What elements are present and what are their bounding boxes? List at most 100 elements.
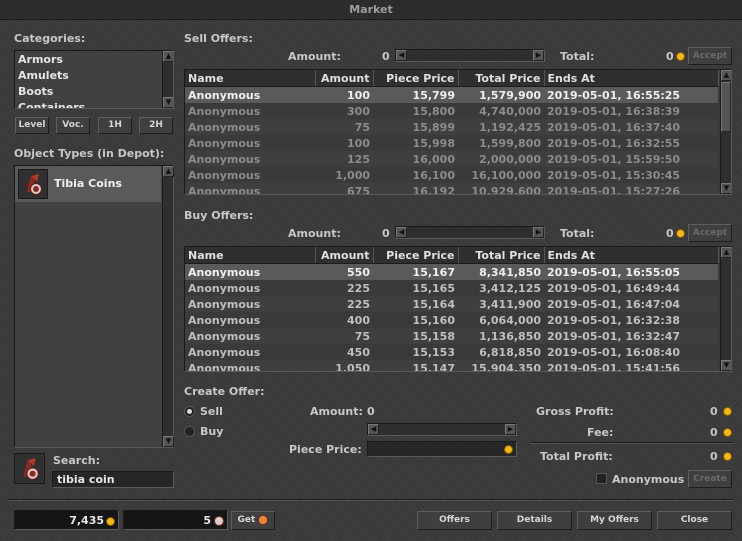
col-total-price[interactable]: Total Price: [458, 70, 545, 87]
vocation-filter-button[interactable]: Voc.: [56, 117, 90, 134]
cell-name: Anonymous: [188, 345, 261, 359]
scroll-up-icon[interactable]: ▲: [163, 166, 174, 177]
col-ends-at[interactable]: Ends At: [544, 247, 719, 264]
buy-radio-label: Buy: [200, 425, 224, 438]
create-offer-button[interactable]: Create: [688, 470, 732, 488]
sell-accept-button[interactable]: Accept: [688, 47, 732, 65]
cell-total-price: 1,599,800: [479, 136, 541, 150]
table-row[interactable]: Anonymous 75 15,158 1,136,850 2019-05-01, 16…: [185, 328, 718, 344]
one-hand-filter-button[interactable]: 1H: [98, 117, 132, 134]
scroll-up-icon[interactable]: ▲: [721, 70, 731, 81]
table-row[interactable]: Anonymous 450 15,153 6,818,850 2019-05-01, 1…: [185, 344, 718, 360]
anonymous-checkbox[interactable]: [596, 473, 607, 484]
category-item-containers[interactable]: Containers: [15, 100, 165, 108]
col-name[interactable]: Name: [185, 70, 316, 87]
table-row[interactable]: Anonymous 400 15,160 6,064,000 2019-05-01, 1…: [185, 312, 718, 328]
buy-accept-button[interactable]: Accept: [688, 224, 732, 242]
gross-profit-value: 0: [710, 405, 718, 418]
search-input[interactable]: tibia coin: [52, 471, 174, 488]
piece-price-label: Piece Price:: [289, 443, 362, 456]
slider-right-icon[interactable]: ▶: [533, 227, 544, 238]
buy-radio[interactable]: [184, 426, 195, 437]
cell-piece-price: 15,153: [412, 345, 455, 359]
slider-left-icon[interactable]: ◀: [368, 424, 379, 435]
create-amount-slider[interactable]: ◀ ▶: [367, 423, 517, 436]
cell-ends-at: 2019-05-01, 16:32:47: [544, 328, 718, 344]
col-amount[interactable]: Amount: [315, 70, 374, 87]
piece-price-input[interactable]: [367, 441, 517, 457]
cell-name: Anonymous: [185, 151, 315, 167]
gold-balance-display: 7,435: [14, 510, 119, 530]
object-types-scrollbar[interactable]: ▲ ▼: [162, 166, 174, 447]
scroll-down-icon[interactable]: ▼: [721, 183, 731, 194]
cell-piece-price: 15,799: [373, 86, 458, 103]
categories-scrollbar[interactable]: ▲ ▼: [162, 51, 173, 108]
object-types-label: Object Types (in Depot):: [14, 147, 165, 160]
sell-radio[interactable]: [184, 406, 195, 417]
col-name[interactable]: Name: [185, 247, 316, 264]
coin-balance-value: 5: [203, 514, 211, 527]
table-row[interactable]: Anonymous 550 15,167 8,341,850 2019-05-01, 1…: [185, 263, 718, 280]
scroll-down-icon[interactable]: ▼: [721, 360, 731, 371]
cell-amount: 75: [315, 328, 373, 344]
table-row[interactable]: Anonymous 225 15,164 3,411,900 2019-05-01, 1…: [185, 296, 718, 312]
table-row[interactable]: Anonymous 1,000 16,100 16,100,000 2019-05-01…: [185, 167, 718, 183]
total-profit-value: 0: [710, 450, 718, 463]
my-offers-button[interactable]: My Offers: [577, 511, 652, 530]
buy-amount-slider[interactable]: ◀ ▶: [395, 226, 545, 239]
category-item-armors[interactable]: Armors: [15, 52, 165, 68]
category-item-amulets[interactable]: Amulets: [15, 68, 165, 84]
gold-balance-value: 7,435: [69, 514, 104, 527]
sell-offers-scrollbar[interactable]: ▲ ▼: [720, 70, 731, 194]
cell-amount: 1,050: [315, 360, 373, 371]
two-hand-filter-button[interactable]: 2H: [139, 117, 173, 134]
cell-piece-price: 16,100: [412, 168, 455, 182]
sell-amount-slider[interactable]: ◀ ▶: [395, 49, 545, 62]
cell-piece-price: 15,164: [373, 296, 458, 312]
slider-left-icon[interactable]: ◀: [396, 227, 407, 238]
close-button[interactable]: Close: [657, 511, 732, 530]
cell-total-price: 1,136,850: [458, 328, 544, 344]
get-coins-button[interactable]: Get: [231, 511, 275, 530]
table-row[interactable]: Anonymous 125 16,000 2,000,000 2019-05-01, 1…: [185, 151, 718, 167]
col-amount[interactable]: Amount: [315, 247, 374, 264]
object-type-label: Tibia Coins: [54, 177, 122, 190]
cell-ends-at: 2019-05-01, 15:27:26: [544, 183, 718, 194]
scroll-down-icon[interactable]: ▼: [163, 97, 173, 108]
cell-name: Anonymous: [188, 104, 261, 118]
scroll-up-icon[interactable]: ▲: [163, 51, 173, 62]
table-row[interactable]: Anonymous 1,050 15,147 15,904,350 2019-05-01…: [185, 360, 718, 371]
table-row[interactable]: Anonymous 100 15,998 1,599,800 2019-05-01, 1…: [185, 135, 718, 151]
table-row[interactable]: Anonymous 300 15,800 4,740,000 2019-05-01, 1…: [185, 103, 718, 119]
scroll-up-icon[interactable]: ▲: [721, 247, 731, 258]
cell-piece-price: 16,000: [373, 151, 458, 167]
col-ends-at[interactable]: Ends At: [544, 70, 719, 87]
table-row[interactable]: Anonymous 100 15,799 1,579,900 2019-05-01, 1…: [185, 86, 718, 103]
slider-left-icon[interactable]: ◀: [396, 50, 407, 61]
offers-button[interactable]: Offers: [417, 511, 492, 530]
object-type-item-tibia-coins[interactable]: Tibia Coins: [15, 166, 161, 202]
category-item-boots[interactable]: Boots: [15, 84, 165, 100]
col-piece-price[interactable]: Piece Price: [373, 70, 459, 87]
buy-offers-scrollbar[interactable]: ▲ ▼: [720, 247, 731, 371]
slider-right-icon[interactable]: ▶: [505, 424, 516, 435]
gold-coin-icon: [504, 445, 513, 454]
total-profit-label: Total Profit:: [540, 450, 613, 463]
col-total-price[interactable]: Total Price: [458, 247, 545, 264]
details-button[interactable]: Details: [497, 511, 572, 530]
cell-amount: 100: [347, 136, 370, 150]
scroll-thumb[interactable]: [721, 82, 731, 132]
table-row[interactable]: Anonymous 675 16,192 10,929,600 2019-05-01, …: [185, 183, 718, 194]
col-piece-price[interactable]: Piece Price: [373, 247, 459, 264]
cell-name: Anonymous: [188, 136, 261, 150]
level-filter-button[interactable]: Level: [15, 117, 49, 134]
slider-right-icon[interactable]: ▶: [533, 50, 544, 61]
fee-label: Fee:: [587, 426, 614, 439]
sell-amount-label: Amount:: [288, 50, 341, 63]
cell-amount: 550: [315, 263, 373, 280]
create-amount-label: Amount:: [310, 405, 363, 418]
table-row[interactable]: Anonymous 225 15,165 3,412,125 2019-05-01, 1…: [185, 280, 718, 296]
scroll-down-icon[interactable]: ▼: [163, 436, 174, 447]
market-window: Market Categories: Armors Amulets Boots …: [0, 0, 742, 541]
table-row[interactable]: Anonymous 75 15,899 1,192,425 2019-05-01, 16…: [185, 119, 718, 135]
